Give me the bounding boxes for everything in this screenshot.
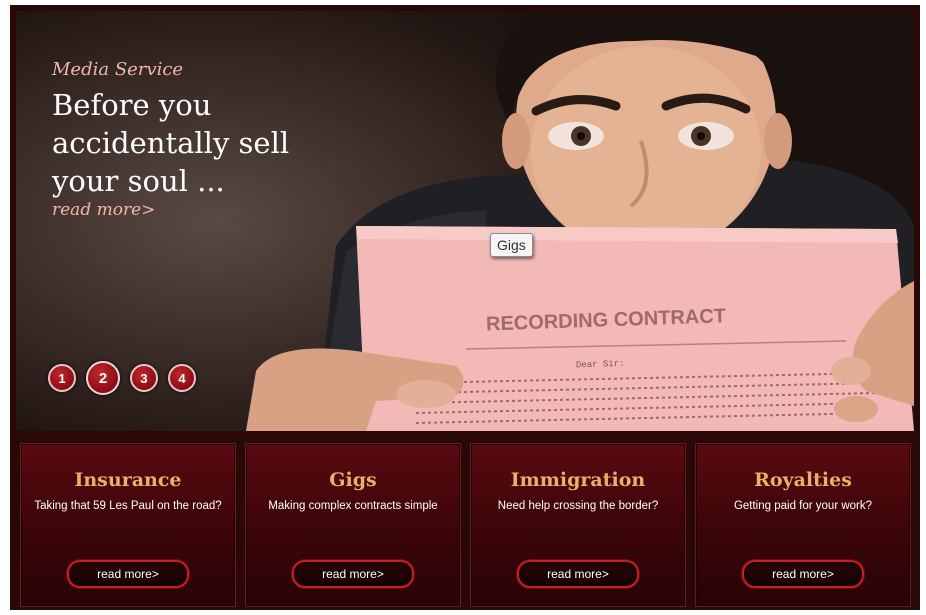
card-description: Getting paid for your work? <box>733 500 873 512</box>
hero-read-more-link[interactable]: read more> <box>52 200 155 220</box>
card-description: Taking that 59 Les Paul on the road? <box>34 500 222 512</box>
card-gigs: Gigs Making complex contracts simple rea… <box>245 443 461 607</box>
card-insurance: Insurance Taking that 59 Les Paul on the… <box>20 443 236 607</box>
hero-caption: Media Service Before you accidentally se… <box>52 59 352 220</box>
tooltip: Gigs <box>490 233 533 257</box>
slide-page-1[interactable]: 1 <box>48 364 76 392</box>
card-immigration: Immigration Need help crossing the borde… <box>470 443 686 607</box>
card-title: Insurance <box>74 469 182 491</box>
card-title: Gigs <box>329 469 377 491</box>
slide-page-3[interactable]: 3 <box>130 364 158 392</box>
hero-headline: Before you accidentally sell your soul .… <box>52 88 290 198</box>
page-frame: RECORDING CONTRACT Dear Sir: Media Servi… <box>10 5 920 610</box>
service-cards: Insurance Taking that 59 Les Paul on the… <box>20 443 911 607</box>
hero-slider: RECORDING CONTRACT Dear Sir: Media Servi… <box>16 11 914 431</box>
slide-pager: 1 2 3 4 <box>48 361 196 395</box>
immigration-read-more-button[interactable]: read more> <box>517 560 639 588</box>
contract-salutation: Dear Sir: <box>576 359 625 371</box>
slide-page-4[interactable]: 4 <box>168 364 196 392</box>
insurance-read-more-button[interactable]: read more> <box>67 560 189 588</box>
gigs-read-more-button[interactable]: read more> <box>292 560 414 588</box>
royalties-read-more-button[interactable]: read more> <box>742 560 864 588</box>
card-description: Need help crossing the border? <box>497 500 659 512</box>
card-description: Making complex contracts simple <box>268 500 438 512</box>
card-title: Immigration <box>510 469 646 491</box>
hero-kicker: Media Service <box>52 59 184 80</box>
card-title: Royalties <box>754 469 852 491</box>
slide-page-2[interactable]: 2 <box>86 361 120 395</box>
card-royalties: Royalties Getting paid for your work? re… <box>695 443 911 607</box>
